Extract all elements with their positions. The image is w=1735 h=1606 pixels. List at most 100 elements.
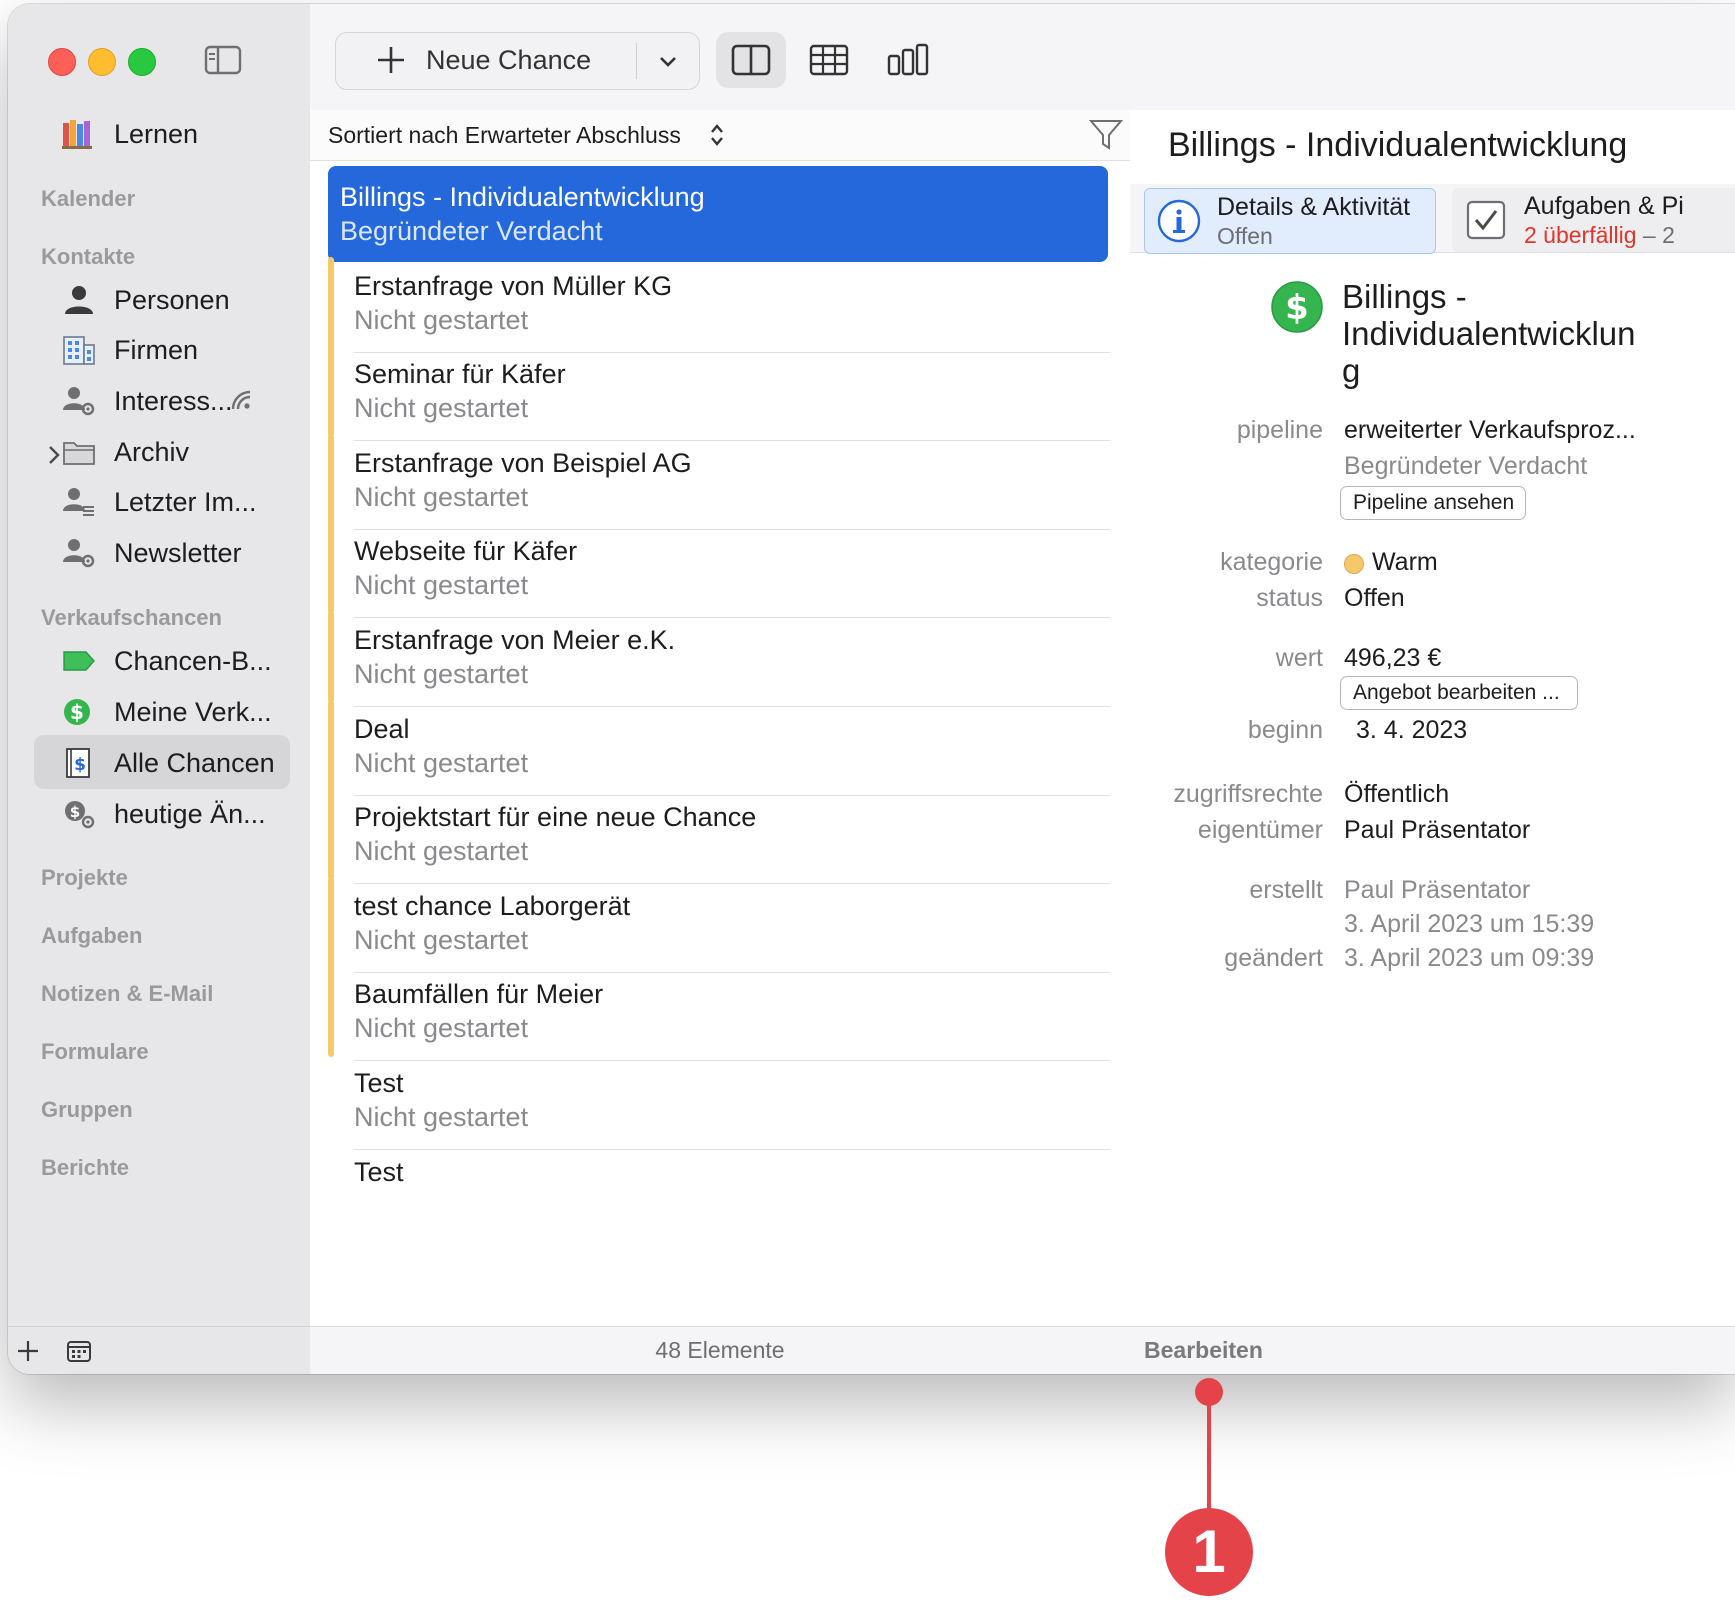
board-view-button[interactable]	[872, 32, 942, 88]
opportunity-list: Sortiert nach Erwarteter Abschluss Billi…	[310, 110, 1131, 1326]
category-value[interactable]: Warm	[1372, 548, 1438, 577]
list-item-title: Test	[354, 1068, 404, 1098]
edit-button[interactable]: Bearbeiten	[1144, 1337, 1263, 1364]
status-value[interactable]: Offen	[1344, 584, 1405, 613]
status-label: status	[1256, 584, 1323, 612]
section-header-kalender[interactable]: Kalender	[41, 186, 135, 212]
section-header-kontakte[interactable]: Kontakte	[41, 244, 135, 270]
modified-date: 3. April 2023 um 09:39	[1344, 944, 1595, 972]
list-item[interactable]: Webseite für Käfer Nicht gestartet	[328, 520, 1110, 619]
list-item[interactable]: Test	[328, 1141, 1088, 1237]
sync-icon	[231, 390, 251, 410]
sidebar-item-newsletter[interactable]: Newsletter	[34, 525, 290, 579]
table-view-icon	[809, 44, 849, 76]
board-view-icon	[887, 43, 929, 76]
category-bar	[328, 433, 334, 526]
sidebar-item-firmen[interactable]: Firmen	[34, 322, 290, 376]
list-item[interactable]: test chance Laborgerät Nicht gestartet	[328, 875, 1110, 973]
zoom-window-button[interactable]	[128, 48, 156, 76]
tab-subtitle: 2 überfällig – 2	[1524, 222, 1675, 249]
sidebar-toggle-icon[interactable]	[204, 44, 242, 76]
sidebar-item-interessenten[interactable]: Interess...	[34, 373, 290, 427]
list-item-title: Erstanfrage von Meier e.K.	[354, 625, 676, 655]
list-item-title: Erstanfrage von Müller KG	[354, 270, 673, 301]
category-bar	[328, 522, 334, 615]
smart-group-icon	[63, 387, 95, 416]
ledger-icon: $	[66, 748, 90, 778]
list-item[interactable]: Baumfällen für Meier Nicht gestartet	[328, 963, 1110, 1062]
list-item-subtitle: Nicht gestartet	[354, 1013, 529, 1044]
filter-icon[interactable]	[1088, 118, 1124, 152]
callout-dot	[1195, 1378, 1223, 1406]
tab-tasks[interactable]: Aufgaben & Pi 2 überfällig – 2	[1452, 188, 1735, 252]
sidebar-item-alle-chancen[interactable]: $ Alle Chancen	[34, 735, 290, 789]
minimize-window-button[interactable]	[88, 48, 116, 76]
list-item-title: Billings - Individualentwicklung	[340, 182, 705, 212]
category-bar	[328, 345, 334, 438]
svg-text:$: $	[1285, 288, 1309, 328]
list-item[interactable]: Projektstart für eine neue Chance Nicht g…	[328, 786, 1110, 885]
category-bar	[328, 611, 334, 703]
sidebar-item-letzter-import[interactable]: Letzter Im...	[34, 474, 290, 528]
access-label: zugriffsrechte	[1173, 780, 1323, 808]
sidebar-item-personen[interactable]: Personen	[34, 272, 290, 326]
value-amount[interactable]: 496,23 €	[1344, 644, 1441, 673]
tab-details-activity[interactable]: Details & Aktivität Offen	[1144, 188, 1436, 254]
plus-icon[interactable]	[16, 1339, 40, 1363]
selection-highlight	[328, 166, 1108, 262]
sidebar-item-archiv[interactable]: Archiv	[34, 424, 290, 478]
chevron-down-icon[interactable]	[656, 49, 680, 73]
list-item[interactable]: Erstanfrage von Müller KG Nicht gestartet	[328, 255, 1110, 353]
created-date: 3. April 2023 um 15:39	[1344, 910, 1595, 938]
list-item-title: Seminar für Käfer	[354, 359, 566, 390]
section-header-berichte[interactable]: Berichte	[41, 1155, 129, 1181]
up-down-chevron-icon[interactable]	[708, 122, 726, 148]
dollar-icon: $	[64, 699, 90, 725]
view-pipeline-button[interactable]: Pipeline ansehen	[1340, 486, 1526, 520]
category-bar	[328, 788, 334, 881]
edit-offer-button[interactable]: Angebot bearbeiten ...	[1340, 676, 1578, 710]
category-bar	[328, 876, 334, 969]
tag-icon	[63, 651, 95, 671]
owner-value[interactable]: Paul Präsentator	[1344, 816, 1530, 845]
list-item-subtitle: Nicht gestartet	[354, 836, 529, 867]
sidebar-item-heutige-aenderungen[interactable]: $ heutige Än...	[34, 786, 290, 840]
sidebar-item-meine-verkaufschancen[interactable]: $ Meine Verk...	[34, 684, 290, 738]
svg-text:$: $	[70, 803, 80, 821]
list-item[interactable]: Erstanfrage von Beispiel AG Nicht gestart…	[328, 432, 1110, 530]
list-item-subtitle: Nicht gestartet	[354, 481, 529, 512]
new-opportunity-button[interactable]: Neue Chance	[335, 32, 700, 90]
sort-selector[interactable]: Sortiert nach Erwarteter Abschluss	[328, 122, 681, 149]
dollar-gear-icon: $	[65, 801, 95, 829]
split-view-button[interactable]	[716, 32, 786, 88]
section-header-projekte[interactable]: Projekte	[41, 865, 128, 891]
import-list-icon	[63, 488, 94, 516]
list-item[interactable]: Test Nicht gestartet	[328, 1052, 1110, 1150]
list-item[interactable]: Deal Nicht gestartet	[328, 698, 1110, 796]
start-date[interactable]: 3. 4. 2023	[1356, 716, 1467, 745]
list-item[interactable]: Erstanfrage von Meier e.K. Nicht gestarte…	[328, 609, 1110, 707]
table-view-button[interactable]	[794, 32, 864, 88]
calendar-grid-icon[interactable]	[66, 1339, 92, 1363]
button-label: Pipeline ansehen	[1353, 491, 1515, 514]
list-item-subtitle: Nicht gestartet	[354, 659, 529, 689]
list-item-title: Baumfällen für Meier	[354, 979, 604, 1010]
section-header-verkaufschancen[interactable]: Verkaufschancen	[41, 605, 222, 631]
sidebar-item-chancen-boards[interactable]: Chancen-B...	[34, 633, 290, 687]
pipeline-value: erweiterter Verkaufsproz...	[1344, 416, 1636, 444]
section-header-gruppen[interactable]: Gruppen	[41, 1097, 133, 1123]
list-item[interactable]: Seminar für Käfer Nicht gestartet	[328, 343, 1110, 442]
section-header-formulare[interactable]: Formulare	[41, 1039, 149, 1065]
detail-tabs: Details & Aktivität Offen Aufgaben & Pi …	[1130, 184, 1735, 254]
folder-icon	[63, 442, 95, 465]
value-label: wert	[1275, 644, 1323, 672]
owner-label: eigentümer	[1197, 816, 1323, 844]
pipeline-label: pipeline	[1236, 416, 1323, 444]
sidebar-item-lernen[interactable]: Lernen	[34, 106, 290, 160]
section-header-aufgaben[interactable]: Aufgaben	[41, 923, 142, 949]
close-window-button[interactable]	[48, 48, 76, 76]
access-value[interactable]: Öffentlich	[1344, 780, 1449, 809]
list-item-title: Erstanfrage von Beispiel AG	[354, 447, 692, 478]
section-header-notizen[interactable]: Notizen & E-Mail	[41, 981, 213, 1007]
list-item[interactable]: Billings - Individualentwicklung Begründe…	[314, 166, 1108, 262]
